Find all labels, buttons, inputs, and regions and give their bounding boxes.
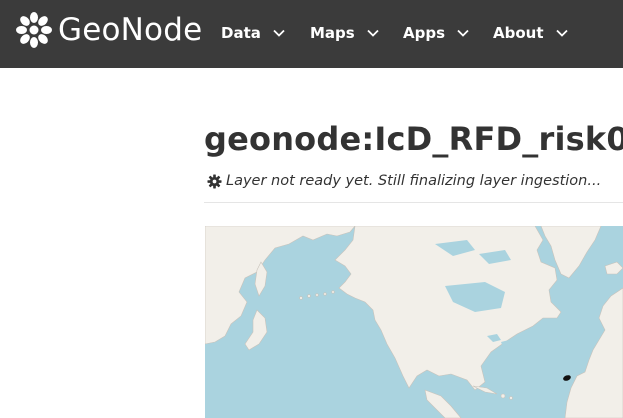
- nav-apps-menu[interactable]: Apps: [403, 21, 469, 45]
- chevron-down-icon: [273, 29, 285, 37]
- nav-data-label: Data: [221, 24, 261, 42]
- status-text: Layer not ready yet. Still finalizing la…: [226, 173, 602, 189]
- nav-apps-label: Apps: [403, 24, 446, 42]
- nav-about-menu[interactable]: About: [493, 21, 568, 45]
- nav-maps-menu[interactable]: Maps: [310, 21, 379, 45]
- top-navbar: GeoNode Data Maps Apps About: [0, 0, 623, 68]
- title-divider: [204, 202, 623, 203]
- page-title: geonode:IcD_RFD_risk01: [204, 120, 623, 158]
- nav-maps-label: Maps: [310, 24, 355, 42]
- nav-data-menu[interactable]: Data: [221, 21, 285, 45]
- chevron-down-icon: [457, 29, 469, 37]
- nav-about-label: About: [493, 24, 544, 42]
- chevron-down-icon: [555, 29, 568, 37]
- brand-link[interactable]: GeoNode: [14, 9, 202, 51]
- layer-status-message: Layer not ready yet. Still finalizing la…: [207, 173, 601, 189]
- map-canvas: [205, 226, 623, 418]
- brand-name: GeoNode: [58, 12, 203, 48]
- layer-map[interactable]: [205, 226, 623, 418]
- chevron-down-icon: [367, 29, 379, 37]
- gear-icon: [207, 173, 222, 189]
- geonode-logo-icon: [16, 12, 52, 48]
